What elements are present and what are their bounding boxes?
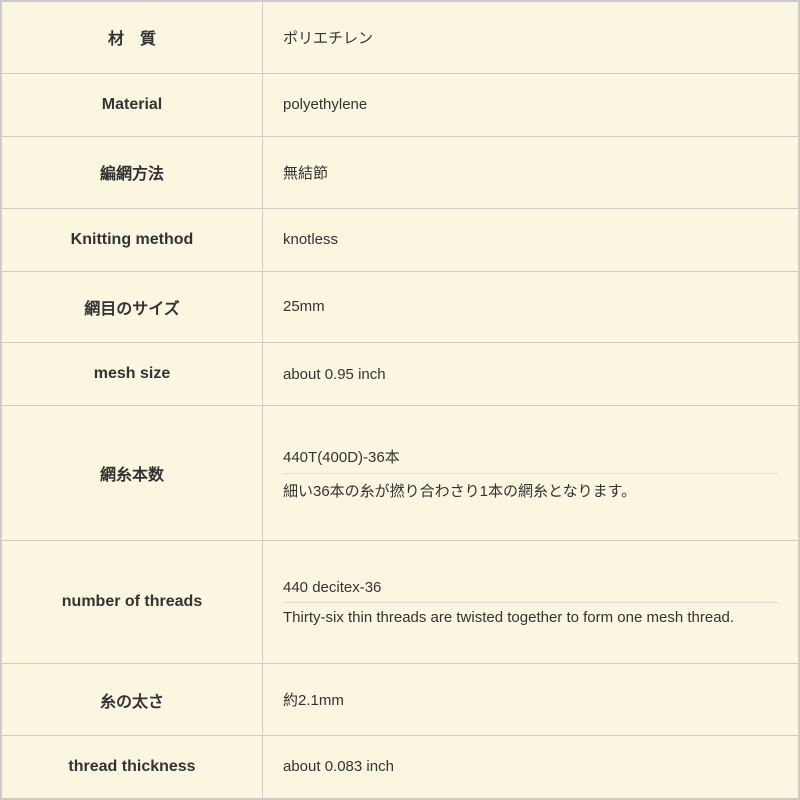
value-primary: 440 decitex-36 — [283, 573, 778, 602]
label-cell-knitting-en: Knitting method — [2, 208, 263, 271]
label-cell-knitting-jp: 編網方法 — [2, 136, 263, 208]
label-cell-mesh-size-en: mesh size — [2, 343, 263, 406]
value-cell-thickness-jp: 約2.1mm — [263, 664, 799, 736]
value-cell-knitting-en: knotless — [263, 208, 799, 271]
table-row: mesh sizeabout 0.95 inch — [2, 343, 799, 406]
value-cell-mesh-size-jp: 25mm — [263, 271, 799, 343]
value-cell-mesh-size-en: about 0.95 inch — [263, 343, 799, 406]
label-cell-material-en: Material — [2, 73, 263, 136]
table-row: number of threads440 decitex-36Thirty-si… — [2, 541, 799, 664]
label-cell-threads-en: number of threads — [2, 541, 263, 664]
label-cell-thickness-en: thread thickness — [2, 735, 263, 798]
table-row: 網糸本数440T(400D)-36本細い36本の糸が撚り合わさり1本の網糸となり… — [2, 406, 799, 541]
value-primary: 440T(400D)-36本 — [283, 440, 778, 473]
table-row: 網目のサイズ25mm — [2, 271, 799, 343]
value-cell-material-en: polyethylene — [263, 73, 799, 136]
value-cell-material-jp: ポリエチレン — [263, 2, 799, 74]
table-row: thread thicknessabout 0.083 inch — [2, 735, 799, 798]
label-cell-material-jp: 材 質 — [2, 2, 263, 74]
value-cell-knitting-jp: 無結節 — [263, 136, 799, 208]
value-secondary: 細い36本の糸が撚り合わさり1本の網糸となります。 — [283, 473, 778, 507]
product-specs-table: 材 質ポリエチレンMaterialpolyethylene編網方法無結節Knit… — [0, 0, 800, 800]
value-cell-threads-en: 440 decitex-36Thirty-six thin threads ar… — [263, 541, 799, 664]
table-row: 糸の太さ約2.1mm — [2, 664, 799, 736]
value-cell-thickness-en: about 0.083 inch — [263, 735, 799, 798]
table-row: Knitting methodknotless — [2, 208, 799, 271]
label-cell-mesh-size-jp: 網目のサイズ — [2, 271, 263, 343]
label-cell-thickness-jp: 糸の太さ — [2, 664, 263, 736]
table-row: 材 質ポリエチレン — [2, 2, 799, 74]
value-cell-threads-jp: 440T(400D)-36本細い36本の糸が撚り合わさり1本の網糸となります。 — [263, 406, 799, 541]
value-secondary: Thirty-six thin threads are twisted toge… — [283, 602, 778, 632]
label-cell-threads-jp: 網糸本数 — [2, 406, 263, 541]
table-row: 編網方法無結節 — [2, 136, 799, 208]
table-row: Materialpolyethylene — [2, 73, 799, 136]
